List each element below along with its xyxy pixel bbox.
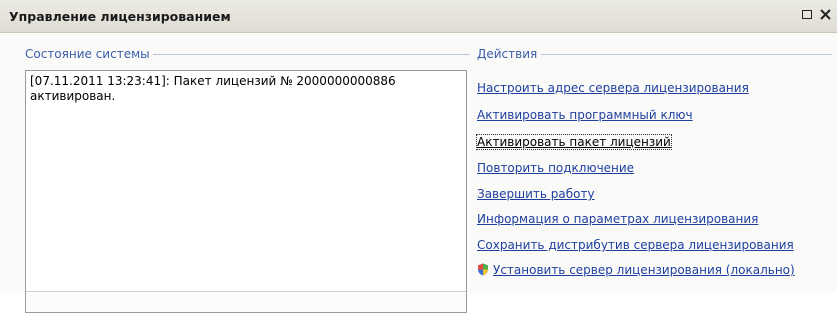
- activate-license-package-link[interactable]: Активировать пакет лицензий: [476, 134, 672, 150]
- status-log-text: [07.11.2011 13:23:41]: Пакет лицензий № …: [30, 74, 396, 103]
- window-title: Управление лицензированием: [9, 9, 231, 24]
- license-management-window: Управление лицензированием Состояние сис…: [0, 0, 837, 313]
- activate-software-key-link[interactable]: Активировать программный ключ: [477, 108, 693, 122]
- restore-button[interactable]: [800, 7, 816, 23]
- close-icon: [820, 9, 831, 20]
- group-divider: [541, 54, 832, 55]
- system-state-group: Состояние системы [07.11.2011 13:23:41]:…: [25, 47, 470, 313]
- status-log-box[interactable]: [07.11.2011 13:23:41]: Пакет лицензий № …: [25, 70, 467, 313]
- system-state-caption: Состояние системы: [25, 47, 153, 61]
- close-button[interactable]: [819, 7, 835, 23]
- license-parameters-info-link[interactable]: Информация о параметрах лицензирования: [477, 212, 758, 226]
- actions-group: Действия Настроить адрес сервера лицензи…: [476, 47, 832, 277]
- actions-caption: Действия: [477, 47, 541, 61]
- group-divider: [153, 54, 470, 55]
- install-server-locally-action[interactable]: Установить сервер лицензирования (локаль…: [477, 263, 795, 277]
- status-log-footer: [26, 291, 466, 312]
- title-bar: Управление лицензированием: [0, 0, 837, 33]
- retry-connection-link[interactable]: Повторить подключение: [477, 161, 634, 175]
- configure-server-address-link[interactable]: Настроить адрес сервера лицензирования: [477, 81, 749, 95]
- restore-icon: [802, 10, 812, 19]
- install-server-locally-label: Установить сервер лицензирования (локаль…: [493, 263, 795, 277]
- shield-icon: [478, 263, 488, 276]
- finish-work-link[interactable]: Завершить работу: [477, 187, 595, 201]
- save-server-distribution-link[interactable]: Сохранить дистрибутив сервера лицензиров…: [477, 238, 794, 252]
